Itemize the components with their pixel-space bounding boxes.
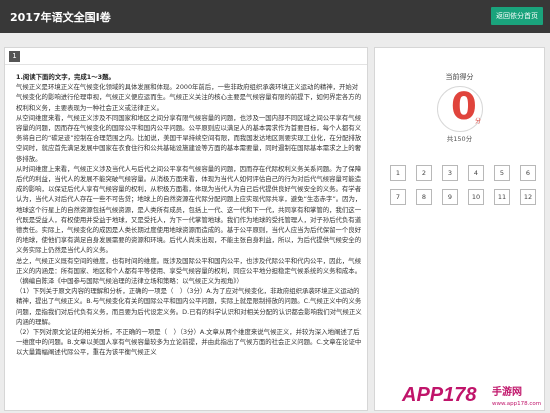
- question-heading: 1.阅读下面的文字，完成1～3题。: [16, 73, 115, 81]
- sub-question: （1）下列关于原文内容的理解和分析，正确的一项是（ ）（3分）A.为了应对气候变…: [16, 287, 362, 326]
- score-label: 当前得分: [445, 73, 474, 81]
- question-nav-button[interactable]: 12: [520, 189, 536, 205]
- watermark-brand: APP178: [401, 384, 477, 406]
- question-nav-button[interactable]: 7: [390, 189, 406, 205]
- watermark-url: www.app178.com: [492, 401, 541, 407]
- back-to-home-button[interactable]: 返回依分首页: [491, 7, 543, 25]
- passage-paragraph: 总之，气候正义既有空间的维度，也有时间的维度。既涉及国际公平和国内公平，也涉及代…: [16, 256, 362, 275]
- score-value: 0: [451, 85, 477, 128]
- passage-paragraph: 气候正义是环境正义在气候变化领域的具体发展和体现。2000年前后，一些非政府组织…: [16, 83, 362, 112]
- score-panel: 当前得分 0 分 共150分 1 2 3 4 5 6 7 8 9 10 11 1…: [374, 47, 545, 411]
- question-nav-button[interactable]: 2: [416, 165, 432, 181]
- passage-paragraph: 从空间维度来看，气候正义涉及不同国家和地区之间分享有限气候容量的问题，也涉及一国…: [16, 113, 362, 163]
- question-nav-button[interactable]: 10: [468, 189, 484, 205]
- question-nav-button[interactable]: 11: [494, 189, 510, 205]
- site-watermark: APP178 手游网 www.app178.com: [400, 381, 548, 409]
- exam-title: 2017年语文全国Ⅰ卷: [10, 11, 111, 24]
- question-nav-button[interactable]: 5: [494, 165, 510, 181]
- score-unit: 分: [475, 118, 482, 125]
- question-nav-button[interactable]: 3: [442, 165, 458, 181]
- divider: [5, 64, 367, 65]
- question-number-badge: 1: [9, 51, 20, 62]
- question-panel: 1 1.阅读下面的文字，完成1～3题。 气候正义是环境正义在气候变化领域的具体发…: [4, 47, 368, 411]
- question-nav-button[interactable]: 1: [390, 165, 406, 181]
- question-nav-button[interactable]: 8: [416, 189, 432, 205]
- question-body: 1.阅读下面的文字，完成1～3题。 气候正义是环境正义在气候变化领域的具体发展和…: [16, 72, 362, 358]
- sub-question: （2）下列对原文论证的相关分析，不正确的一项是（ ）（3分）A.文章从两个维度来…: [16, 328, 362, 357]
- passage-source: （摘编自陈泽《中国参与国际气候治理的法律立场和策略：以气候正义为视角》）: [16, 277, 243, 286]
- question-nav-button[interactable]: 9: [442, 189, 458, 205]
- question-nav-button[interactable]: 6: [520, 165, 536, 181]
- passage-paragraph: 从时间维度上来看，气候正义涉及当代人与后代之间公平享有气候容量的问题，因而存在代…: [16, 164, 362, 255]
- score-total: 共150分: [446, 135, 473, 143]
- watermark-suffix: 手游网: [492, 385, 522, 398]
- question-nav-button[interactable]: 4: [468, 165, 484, 181]
- top-bar: 2017年语文全国Ⅰ卷 返回依分首页: [0, 0, 550, 33]
